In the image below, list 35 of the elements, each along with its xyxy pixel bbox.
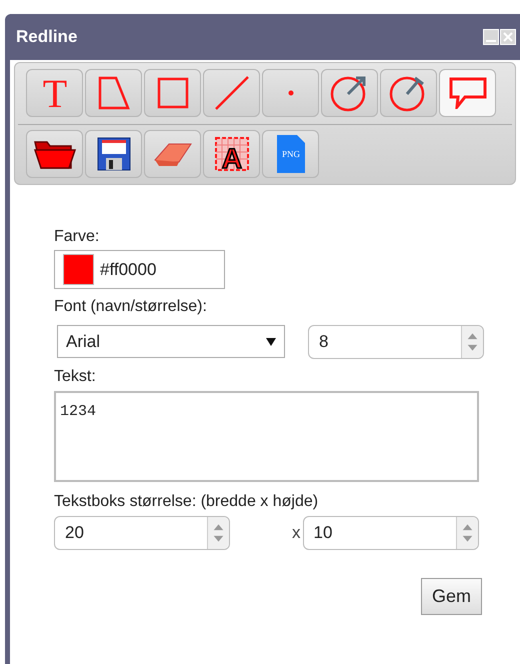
speech-bubble-icon: [448, 77, 486, 109]
dropdown-arrow-icon: [266, 338, 276, 346]
size-label: Tekstboks størrelse: (bredde x højde): [54, 492, 320, 512]
color-value: #ff0000: [100, 258, 156, 281]
font-size-field[interactable]: 8: [308, 325, 484, 359]
tool-button[interactable]: [85, 130, 142, 178]
trapezoid-icon: [96, 76, 130, 110]
color-field[interactable]: #ff0000: [54, 250, 225, 289]
field-value: 10: [312, 522, 334, 544]
field-value: 1234: [60, 403, 96, 420]
tool-button[interactable]: PNG: [262, 130, 319, 178]
tool-button[interactable]: A: [203, 130, 260, 178]
font-label: Font (navn/størrelse):: [54, 297, 208, 317]
square-icon: [156, 77, 188, 109]
field-value: 20: [64, 522, 85, 544]
height-field[interactable]: 10: [302, 516, 478, 550]
letter-t-icon: T: [40, 76, 70, 110]
tool-button[interactable]: [26, 130, 83, 178]
dot-icon: [288, 90, 294, 96]
times-sign: x: [292, 522, 300, 544]
width-field[interactable]: 20: [54, 516, 230, 550]
png-file-icon: PNG: [276, 134, 306, 174]
font-select[interactable]: Arial: [57, 325, 285, 358]
field-value: Arial: [66, 330, 100, 353]
spinner-arrows-icon[interactable]: [456, 517, 478, 549]
text-label: Tekst:: [54, 367, 97, 387]
window-title: Redline: [16, 26, 78, 48]
spinner-arrows-icon[interactable]: [207, 517, 229, 549]
letter-a-grid-icon: A: [214, 136, 250, 172]
spinner-arrows-icon[interactable]: [461, 326, 483, 358]
line-icon: [214, 75, 250, 111]
color-label: Farve:: [54, 227, 100, 247]
field-value: 8: [318, 331, 330, 354]
save-button[interactable]: Gem: [420, 578, 482, 615]
text-area[interactable]: 1234: [54, 391, 479, 482]
